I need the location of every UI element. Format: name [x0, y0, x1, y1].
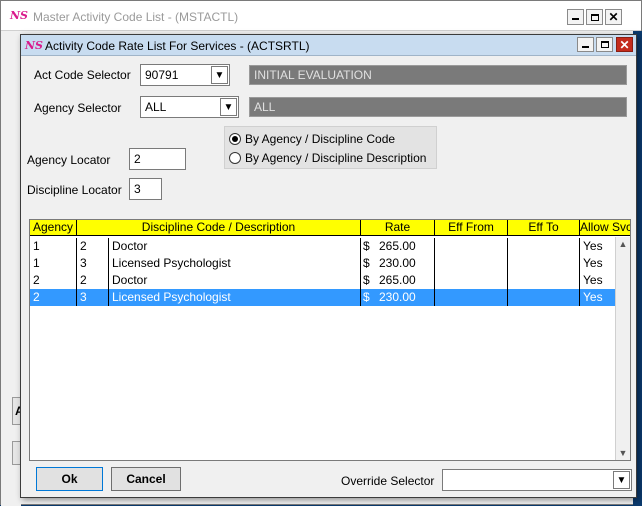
- agency-locator-input[interactable]: 2: [129, 148, 186, 170]
- dialog-title-bar: NS Activity Code Rate List For Services …: [21, 35, 636, 56]
- close-icon: ✕: [619, 37, 630, 52]
- cell-allow-svc: Yes: [583, 239, 603, 253]
- radio-button-selected[interactable]: [229, 133, 241, 145]
- outer-window-body: [1, 31, 21, 506]
- cell-rate: $265.00: [361, 272, 435, 289]
- outer-maximize-button[interactable]: [586, 9, 603, 25]
- cancel-button[interactable]: Cancel: [111, 467, 181, 491]
- cell-agency: 2: [30, 272, 77, 289]
- ok-button[interactable]: Ok: [36, 467, 103, 491]
- chevron-down-icon[interactable]: ▼: [220, 98, 237, 116]
- cell-agency: 1: [30, 255, 77, 272]
- column-header-agency[interactable]: Agency: [30, 220, 77, 236]
- dialog-maximize-button[interactable]: [596, 37, 613, 52]
- cell-rate: $230.00: [361, 289, 435, 306]
- cell-eff-from: [435, 289, 508, 306]
- radio-by-desc-label: By Agency / Discipline Description: [245, 151, 427, 165]
- cell-discipline-code: 2: [77, 272, 109, 289]
- currency-symbol: $: [363, 239, 370, 253]
- cell-discipline-desc: Doctor: [109, 238, 361, 255]
- cell-rate: $265.00: [361, 238, 435, 255]
- act-code-label: Act Code Selector: [34, 68, 131, 82]
- radio-button[interactable]: [229, 152, 241, 164]
- grid-vertical-scrollbar[interactable]: ▲ ▼: [615, 237, 630, 460]
- radio-by-code-label: By Agency / Discipline Code: [245, 132, 396, 146]
- act-code-selector[interactable]: 90791 ▼: [140, 64, 230, 86]
- column-header-rate[interactable]: Rate: [361, 220, 435, 236]
- cell-agency: 1: [30, 238, 77, 255]
- cell-discipline-code: 2: [77, 238, 109, 255]
- rate-amount: 265.00: [379, 273, 416, 287]
- act-code-description: INITIAL EVALUATION: [249, 65, 627, 85]
- cell-discipline-code: 3: [77, 255, 109, 272]
- rate-amount: 230.00: [379, 256, 416, 270]
- cell-agency: 2: [30, 289, 77, 306]
- table-row[interactable]: 1 3 Licensed Psychologist $230.00 Yes: [30, 255, 616, 272]
- column-header-eff-to[interactable]: Eff To: [508, 220, 580, 236]
- cell-discipline-desc: Licensed Psychologist: [109, 289, 361, 306]
- maximize-icon: [600, 41, 609, 48]
- cell-eff-from: [435, 255, 508, 272]
- chevron-down-icon[interactable]: ▼: [613, 471, 630, 489]
- table-row[interactable]: 1 2 Doctor $265.00 Yes: [30, 238, 616, 255]
- agency-selector[interactable]: ALL ▼: [140, 96, 239, 118]
- agency-description: ALL: [249, 97, 627, 117]
- dialog-minimize-button[interactable]: [577, 37, 594, 52]
- agency-locator-label: Agency Locator: [27, 153, 111, 167]
- maximize-icon: [590, 13, 599, 21]
- cell-discipline-desc: Licensed Psychologist: [109, 255, 361, 272]
- radio-by-agency-discipline-description[interactable]: By Agency / Discipline Description: [229, 151, 426, 165]
- act-code-value: 90791: [145, 68, 179, 82]
- rate-amount: 230.00: [379, 290, 416, 304]
- column-header-discipline[interactable]: Discipline Code / Description: [77, 220, 361, 236]
- minimize-icon: [572, 18, 579, 20]
- cell-allow-svc: Yes: [583, 290, 603, 304]
- rate-list-grid[interactable]: Agency Discipline Code / Description Rat…: [29, 219, 631, 461]
- outer-close-button[interactable]: ✕: [605, 9, 622, 25]
- dialog-title: Activity Code Rate List For Services - (…: [45, 39, 310, 53]
- outer-minimize-button[interactable]: [567, 9, 584, 25]
- app-logo-icon: NS: [25, 39, 43, 52]
- outer-window-title: Master Activity Code List - (MSTACTL): [33, 10, 239, 24]
- column-header-eff-from[interactable]: Eff From: [435, 220, 508, 236]
- table-row[interactable]: 2 2 Doctor $265.00 Yes: [30, 272, 616, 289]
- discipline-locator-label: Discipline Locator: [27, 183, 122, 197]
- outer-title-bar: NS Master Activity Code List - (MSTACTL)…: [1, 1, 641, 31]
- activity-code-rate-dialog: NS Activity Code Rate List For Services …: [20, 34, 637, 498]
- currency-symbol: $: [363, 256, 370, 270]
- rate-amount: 265.00: [379, 239, 416, 253]
- cell-eff-to: [508, 238, 580, 255]
- locator-sort-radio-group: By Agency / Discipline Code By Agency / …: [224, 126, 437, 169]
- grid-header: Agency Discipline Code / Description Rat…: [30, 220, 630, 236]
- override-selector-label: Override Selector: [341, 474, 435, 488]
- discipline-locator-input[interactable]: 3: [129, 178, 162, 200]
- agency-selector-value: ALL: [145, 100, 167, 114]
- table-row-selected[interactable]: 2 3 Licensed Psychologist $230.00 Yes: [30, 289, 616, 306]
- cell-allow-svc: Yes: [583, 256, 603, 270]
- cell-eff-to: [508, 255, 580, 272]
- radio-by-agency-discipline-code[interactable]: By Agency / Discipline Code: [229, 132, 395, 146]
- cell-discipline-desc: Doctor: [109, 272, 361, 289]
- cell-eff-to: [508, 289, 580, 306]
- agency-selector-label: Agency Selector: [34, 101, 122, 115]
- override-selector[interactable]: ▼: [442, 469, 632, 491]
- cell-allow-svc: Yes: [583, 273, 603, 287]
- scroll-down-icon[interactable]: ▼: [616, 446, 630, 460]
- cell-eff-to: [508, 272, 580, 289]
- cell-eff-from: [435, 272, 508, 289]
- dialog-close-button[interactable]: ✕: [616, 37, 633, 52]
- currency-symbol: $: [363, 290, 370, 304]
- close-icon: ✕: [608, 10, 619, 24]
- cell-rate: $230.00: [361, 255, 435, 272]
- column-header-allow-svc[interactable]: Allow Svc: [580, 220, 630, 236]
- app-logo-icon: NS: [10, 9, 28, 22]
- minimize-icon: [582, 45, 589, 48]
- currency-symbol: $: [363, 273, 370, 287]
- scroll-up-icon[interactable]: ▲: [616, 237, 630, 251]
- chevron-down-icon[interactable]: ▼: [211, 66, 228, 84]
- cell-eff-from: [435, 238, 508, 255]
- cell-discipline-code: 3: [77, 289, 109, 306]
